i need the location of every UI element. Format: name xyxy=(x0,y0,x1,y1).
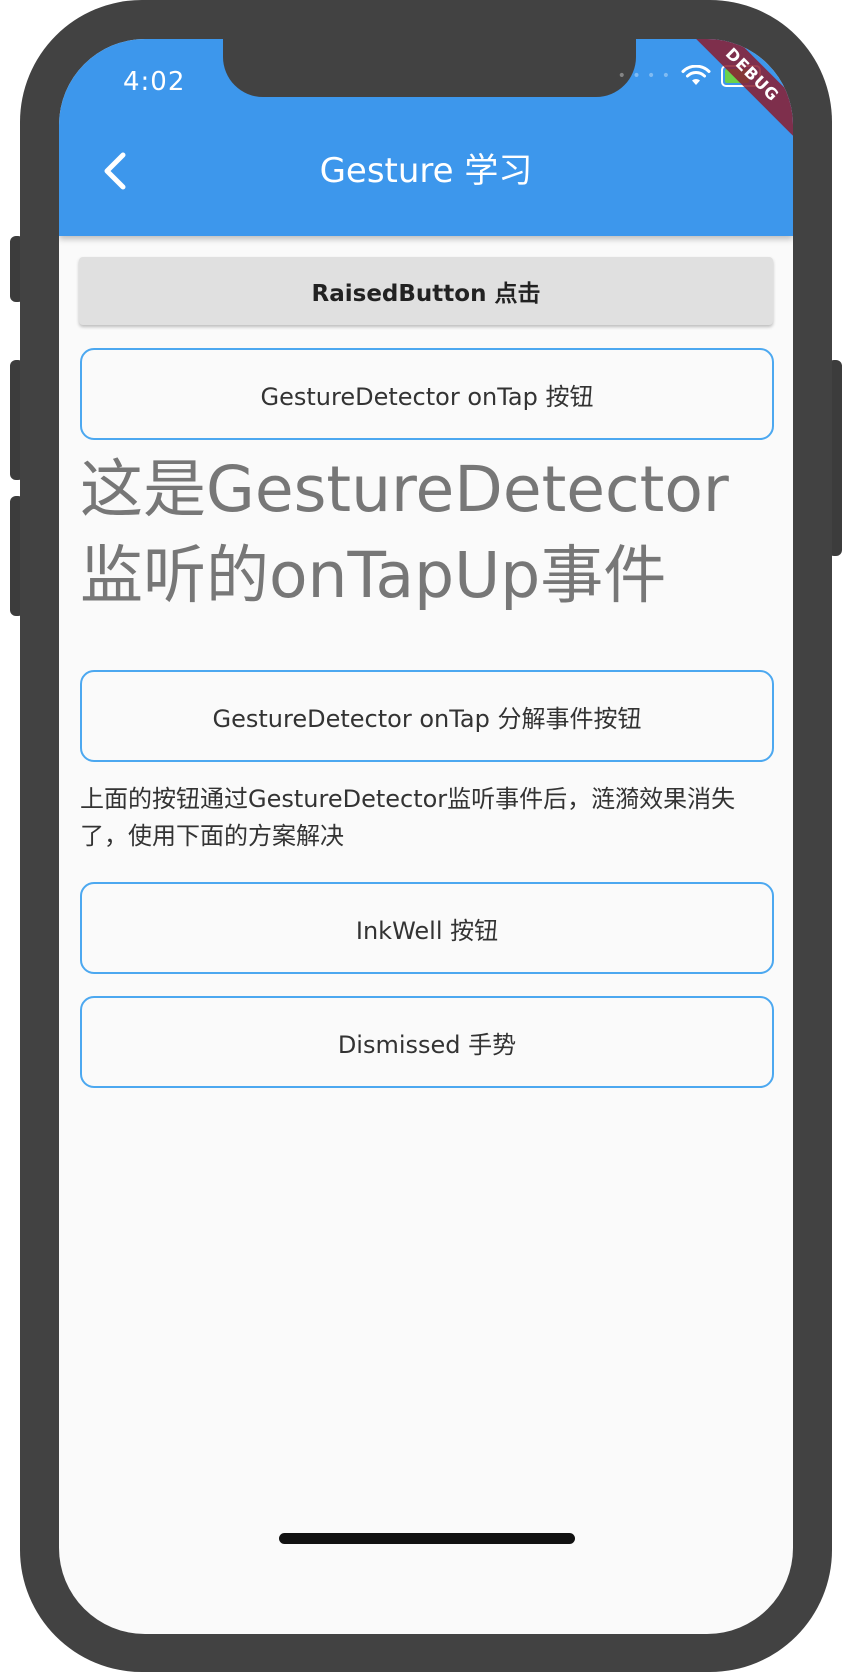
tap-up-event-text: 这是GestureDetector监听的onTapUp事件 xyxy=(80,453,729,612)
gesture-on-tap-button[interactable]: GestureDetector onTap 按钮 xyxy=(80,348,774,440)
screen: 4:02 • • • • DEBUG Gesture 学习 RaisedButt… xyxy=(59,39,793,1634)
signal-icon: • • • • xyxy=(617,68,671,84)
home-indicator[interactable] xyxy=(279,1533,575,1544)
ripple-note-text: 上面的按钮通过GestureDetector监听事件后，涟漪效果消失了，使用下面… xyxy=(80,785,736,850)
status-time: 4:02 xyxy=(123,67,186,97)
page-title: Gesture 学习 xyxy=(319,151,533,191)
app-bar: 4:02 • • • • DEBUG Gesture 学习 xyxy=(59,39,793,236)
device-frame: 4:02 • • • • DEBUG Gesture 学习 RaisedButt… xyxy=(20,0,832,1672)
inkwell-button[interactable]: InkWell 按钮 xyxy=(80,882,774,974)
debug-banner: DEBUG xyxy=(681,39,793,146)
notch xyxy=(223,39,636,97)
raised-button[interactable]: RaisedButton 点击 xyxy=(79,257,773,325)
wifi-icon xyxy=(681,65,711,85)
gesture-on-tap-split-button[interactable]: GestureDetector onTap 分解事件按钮 xyxy=(80,670,774,762)
dismissed-gesture-button[interactable]: Dismissed 手势 xyxy=(80,996,774,1088)
